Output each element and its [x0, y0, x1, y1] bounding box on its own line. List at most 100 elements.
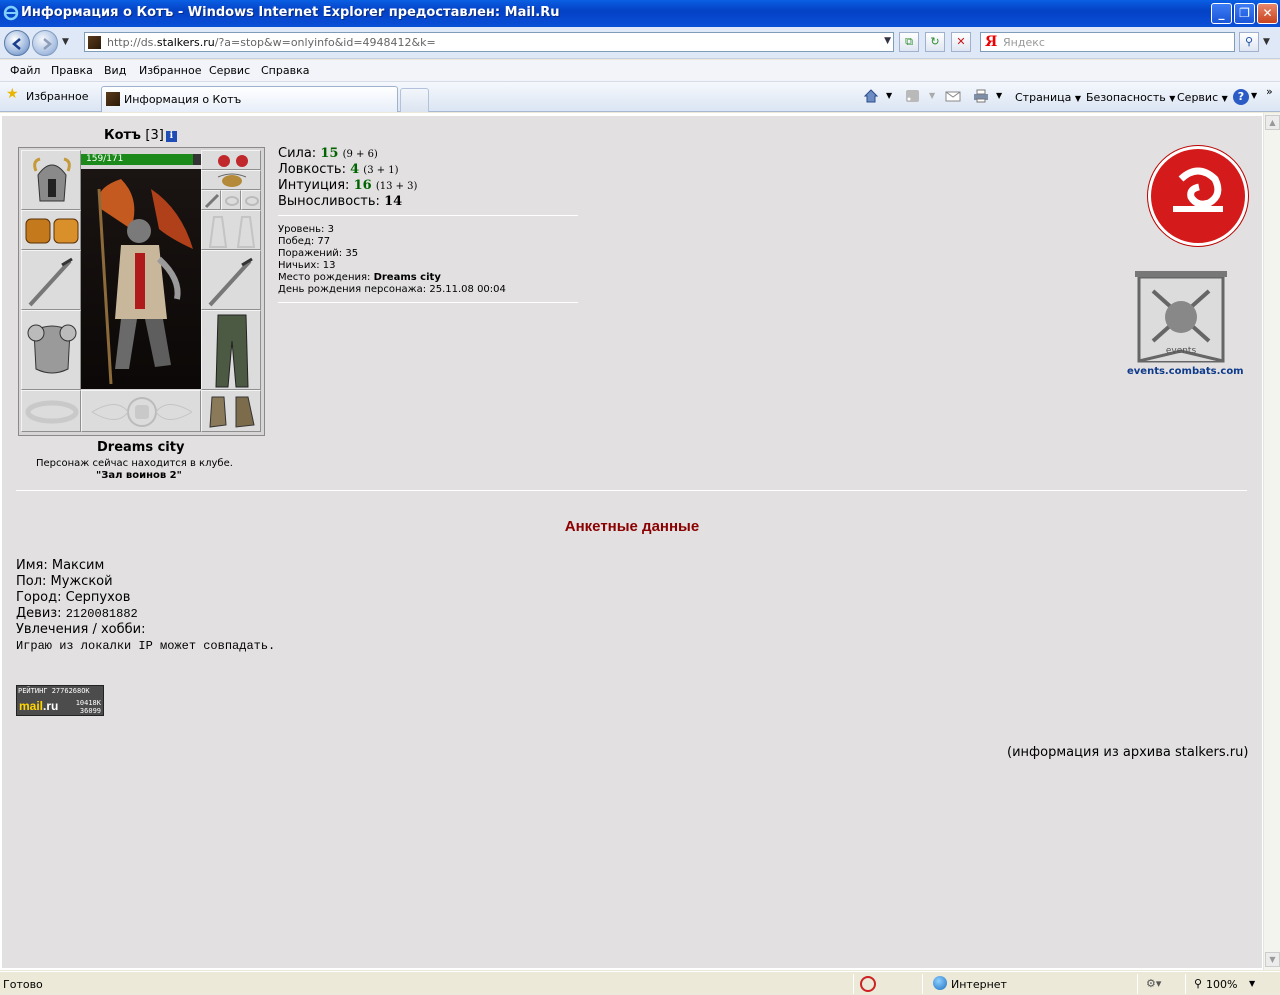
events-link[interactable]: events.combats.com	[1127, 366, 1244, 377]
stats-divider	[278, 215, 578, 216]
meta-birthplace: Место рождения: Dreams city	[278, 272, 441, 283]
mail-rating-counter[interactable]: РЕЙТИНГ 2776268OK mail.ru 10418K 36099	[16, 685, 104, 716]
meta-birthday: День рождения персонажа: 25.11.08 00:04	[278, 284, 506, 295]
security-zone: Интернет	[951, 978, 1007, 991]
print-icon[interactable]	[973, 89, 989, 103]
zoom-icon[interactable]: ⚲	[1194, 977, 1202, 990]
hp-text: 159/171	[86, 154, 124, 164]
tab-active[interactable]: Информация о Котъ	[101, 86, 398, 112]
tools-menu[interactable]: Сервис ▼	[1177, 91, 1228, 104]
clan-emblem[interactable]	[1148, 146, 1248, 246]
privacy-icon[interactable]	[860, 976, 876, 992]
address-field[interactable]: http://ds.stalkers.ru/?a=stop&w=onlyinfo…	[84, 32, 894, 52]
print-dropdown-icon[interactable]: ▼	[996, 91, 1002, 100]
ring-slot-1[interactable]	[201, 190, 221, 210]
stop-icon[interactable]: ✕	[951, 32, 971, 52]
protected-mode-icon[interactable]: ⚙▾	[1146, 977, 1161, 990]
history-dropdown-icon[interactable]: ▼	[62, 37, 69, 47]
vertical-scrollbar[interactable]: ▲ ▼	[1263, 113, 1280, 970]
window-title-bar: Информация о Котъ - Windows Internet Exp…	[0, 0, 1280, 27]
profile-city: Город: Серпухов	[16, 590, 131, 605]
stat-intuition: Интуиция: 16 (13 + 3)	[278, 178, 418, 193]
info-icon[interactable]: i	[165, 131, 177, 142]
helmet-slot[interactable]	[21, 150, 81, 210]
page-menu[interactable]: Страница ▼	[1015, 91, 1081, 104]
zoom-dropdown-icon[interactable]: ▼	[1249, 979, 1255, 988]
read-mail-icon[interactable]	[945, 89, 961, 103]
site-favicon-icon	[88, 36, 101, 49]
ring-slot-3[interactable]	[241, 190, 261, 210]
search-placeholder: Яндекс	[1003, 36, 1045, 49]
events-banner-icon[interactable]: events	[1135, 271, 1227, 367]
meta-draws: Ничьих: 13	[278, 260, 336, 271]
bracers-slot[interactable]	[21, 210, 81, 250]
menu-file[interactable]: Файл	[10, 64, 40, 77]
armor-slot[interactable]	[21, 310, 81, 390]
menu-view[interactable]: Вид	[104, 64, 126, 77]
address-url[interactable]: http://ds.stalkers.ru/?a=stop&w=onlyinfo…	[107, 36, 436, 49]
amulet-slot[interactable]	[201, 170, 261, 190]
address-dropdown-icon[interactable]: ▼	[884, 36, 891, 46]
equipment-panel: 159/171	[18, 147, 265, 436]
close-button[interactable]: ✕	[1257, 3, 1278, 24]
search-input[interactable]: Я Яндекс	[980, 32, 1235, 52]
forward-button[interactable]	[32, 30, 58, 56]
status-separator	[1185, 974, 1186, 994]
earrings-slot[interactable]	[201, 150, 261, 170]
earrings-icon	[218, 155, 248, 167]
safety-menu[interactable]: Безопасность ▼	[1086, 91, 1175, 104]
pants-slot[interactable]	[201, 310, 261, 390]
character-portrait	[81, 169, 201, 389]
status-separator	[922, 974, 923, 994]
meta-losses: Поражений: 35	[278, 248, 359, 259]
boots-slot[interactable]	[201, 390, 261, 432]
minimize-button[interactable]: _	[1211, 3, 1232, 24]
scroll-down-button[interactable]: ▼	[1265, 952, 1280, 967]
stat-endurance: Выносливость: 14	[278, 194, 403, 209]
help-icon[interactable]: ?	[1233, 89, 1249, 105]
feeds-icon[interactable]	[905, 89, 921, 103]
status-bar: Готово Интернет ⚙▾ ⚲ 100% ▼	[0, 971, 1280, 995]
refresh-icon[interactable]: ↻	[925, 32, 945, 52]
tab-title: Информация о Котъ	[124, 93, 242, 106]
menu-favorites[interactable]: Избранное	[139, 64, 201, 77]
maximize-button[interactable]: ❐	[1234, 3, 1255, 24]
stat-agility: Ловкость: 4 (3 + 1)	[278, 162, 399, 177]
sword-icon	[208, 257, 253, 307]
home-dropdown-icon[interactable]: ▼	[886, 91, 892, 100]
pants-icon	[215, 314, 249, 388]
zoom-level[interactable]: 100%	[1206, 978, 1237, 991]
feeds-dropdown-icon[interactable]: ▼	[929, 91, 935, 100]
decoration-slot	[81, 390, 201, 432]
clan-city: Dreams city	[97, 440, 185, 455]
status-separator	[1137, 974, 1138, 994]
globe-icon	[933, 976, 947, 990]
ring-icon	[225, 196, 239, 206]
more-commands-icon[interactable]: »	[1266, 85, 1273, 98]
knight-image	[97, 179, 193, 385]
belt-icon	[25, 400, 79, 424]
gloves-slot[interactable]	[201, 210, 261, 250]
search-button[interactable]: ⚲	[1239, 32, 1259, 52]
character-name: Котъ [3] i	[104, 128, 177, 143]
weapon-left-slot[interactable]	[21, 250, 81, 310]
compatibility-view-icon[interactable]: ⧉	[899, 32, 919, 52]
back-arrow-icon	[12, 38, 21, 50]
back-button[interactable]	[4, 30, 30, 56]
mailru-logo: mail.ru	[19, 699, 59, 713]
menu-tools[interactable]: Сервис	[209, 64, 250, 77]
archive-note: (информация из архива stalkers.ru)	[1007, 745, 1249, 760]
scroll-up-button[interactable]: ▲	[1265, 115, 1280, 130]
search-options-icon[interactable]: ▼	[1263, 37, 1270, 47]
help-dropdown-icon[interactable]: ▼	[1251, 91, 1257, 100]
weapon-right-slot[interactable]	[201, 250, 261, 310]
ring-slot-2[interactable]	[221, 190, 241, 210]
menu-help[interactable]: Справка	[261, 64, 309, 77]
belt-slot[interactable]	[21, 390, 81, 432]
boots-icon	[209, 396, 255, 428]
helmet-icon	[33, 157, 71, 202]
new-tab-button[interactable]	[400, 88, 429, 112]
home-icon[interactable]	[863, 89, 879, 103]
menu-edit[interactable]: Правка	[51, 64, 93, 77]
profile-gender: Пол: Мужской	[16, 574, 113, 589]
